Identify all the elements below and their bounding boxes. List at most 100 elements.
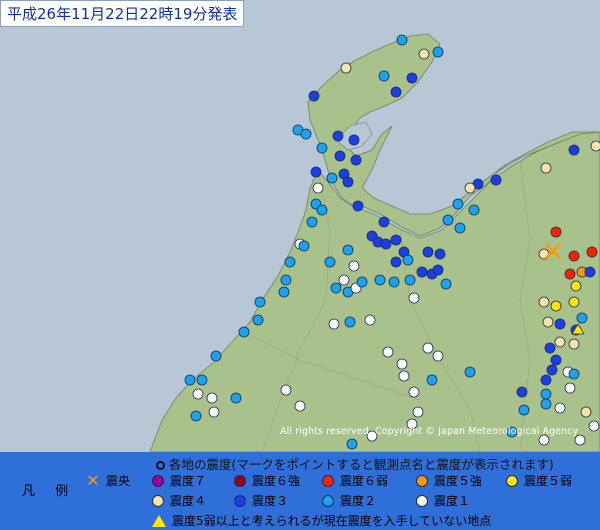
station-marker[interactable] <box>426 374 438 386</box>
station-marker[interactable] <box>330 282 342 294</box>
station-marker[interactable] <box>210 350 222 362</box>
station-marker[interactable] <box>550 226 562 238</box>
station-marker[interactable] <box>590 140 600 152</box>
station-marker[interactable] <box>230 392 242 404</box>
station-marker[interactable] <box>190 410 202 422</box>
station-marker[interactable] <box>192 388 204 400</box>
station-marker[interactable] <box>312 182 324 194</box>
station-marker[interactable] <box>468 204 480 216</box>
station-marker[interactable] <box>540 388 552 400</box>
station-marker[interactable] <box>422 246 434 258</box>
station-marker[interactable] <box>338 274 350 286</box>
station-marker[interactable] <box>388 276 400 288</box>
station-marker[interactable] <box>284 256 296 268</box>
station-marker[interactable] <box>356 276 368 288</box>
station-marker[interactable] <box>542 316 554 328</box>
station-marker[interactable] <box>342 244 354 256</box>
station-marker[interactable] <box>334 150 346 162</box>
station-marker[interactable] <box>332 130 344 142</box>
station-marker[interactable] <box>564 382 576 394</box>
station-marker[interactable] <box>382 346 394 358</box>
station-marker[interactable] <box>294 400 306 412</box>
station-marker[interactable] <box>564 268 576 280</box>
station-marker[interactable] <box>402 254 414 266</box>
station-marker[interactable] <box>554 336 566 348</box>
station-marker[interactable] <box>554 318 566 330</box>
station-marker[interactable] <box>346 438 358 450</box>
station-marker[interactable] <box>352 200 364 212</box>
station-marker[interactable] <box>348 260 360 272</box>
station-marker[interactable] <box>568 296 580 308</box>
station-marker[interactable] <box>280 384 292 396</box>
station-marker[interactable] <box>540 162 552 174</box>
station-marker[interactable] <box>300 128 312 140</box>
station-marker[interactable] <box>490 174 502 186</box>
station-marker[interactable] <box>184 374 196 386</box>
station-marker[interactable] <box>580 406 592 418</box>
station-marker[interactable] <box>298 240 310 252</box>
station-marker[interactable] <box>418 48 430 60</box>
station-marker[interactable] <box>422 342 434 354</box>
station-marker[interactable] <box>252 314 264 326</box>
station-marker[interactable] <box>568 144 580 156</box>
station-marker[interactable] <box>280 274 292 286</box>
station-marker[interactable] <box>440 278 452 290</box>
station-marker[interactable] <box>452 198 464 210</box>
station-marker[interactable] <box>540 398 552 410</box>
station-marker[interactable] <box>396 34 408 46</box>
station-marker[interactable] <box>278 286 290 298</box>
station-marker[interactable] <box>350 154 362 166</box>
station-marker[interactable] <box>554 402 566 414</box>
station-marker[interactable] <box>390 234 402 246</box>
station-marker[interactable] <box>196 374 208 386</box>
station-marker[interactable] <box>588 420 600 432</box>
station-marker[interactable] <box>316 142 328 154</box>
station-marker[interactable] <box>408 386 420 398</box>
station-marker[interactable] <box>434 248 446 260</box>
station-marker[interactable] <box>408 292 420 304</box>
station-marker[interactable] <box>310 166 322 178</box>
station-marker[interactable] <box>396 358 408 370</box>
station-marker[interactable] <box>308 90 320 102</box>
station-marker[interactable] <box>254 296 266 308</box>
station-marker[interactable] <box>378 216 390 228</box>
station-marker[interactable] <box>328 318 340 330</box>
station-marker[interactable] <box>404 274 416 286</box>
station-marker[interactable] <box>432 350 444 362</box>
station-marker[interactable] <box>390 86 402 98</box>
station-marker[interactable] <box>550 354 562 366</box>
station-marker[interactable] <box>568 338 580 350</box>
station-marker[interactable] <box>576 312 588 324</box>
intensity-map[interactable] <box>0 0 600 452</box>
station-marker[interactable] <box>306 216 318 228</box>
station-marker[interactable] <box>324 256 336 268</box>
station-marker[interactable] <box>380 238 392 250</box>
station-marker[interactable] <box>378 70 390 82</box>
station-marker[interactable] <box>416 266 428 278</box>
station-marker[interactable] <box>348 134 360 146</box>
station-marker[interactable] <box>550 300 562 312</box>
station-marker[interactable] <box>584 266 596 278</box>
station-marker[interactable] <box>538 296 550 308</box>
station-marker[interactable] <box>342 176 354 188</box>
station-marker[interactable] <box>586 246 598 258</box>
station-marker[interactable] <box>238 326 250 338</box>
station-marker[interactable] <box>406 72 418 84</box>
station-marker[interactable] <box>546 364 558 376</box>
station-marker[interactable] <box>364 314 376 326</box>
station-marker[interactable] <box>568 250 580 262</box>
station-marker[interactable] <box>540 374 552 386</box>
station-marker[interactable] <box>432 264 444 276</box>
station-marker[interactable] <box>390 256 402 268</box>
station-marker[interactable] <box>344 316 356 328</box>
station-marker[interactable] <box>570 280 582 292</box>
station-marker[interactable] <box>454 222 466 234</box>
station-marker[interactable] <box>516 386 528 398</box>
station-marker[interactable] <box>432 46 444 58</box>
station-marker[interactable] <box>544 342 556 354</box>
station-marker[interactable] <box>326 172 338 184</box>
station-marker[interactable] <box>340 62 352 74</box>
station-marker[interactable] <box>398 370 410 382</box>
station-marker[interactable] <box>412 406 424 418</box>
station-marker[interactable] <box>518 404 530 416</box>
